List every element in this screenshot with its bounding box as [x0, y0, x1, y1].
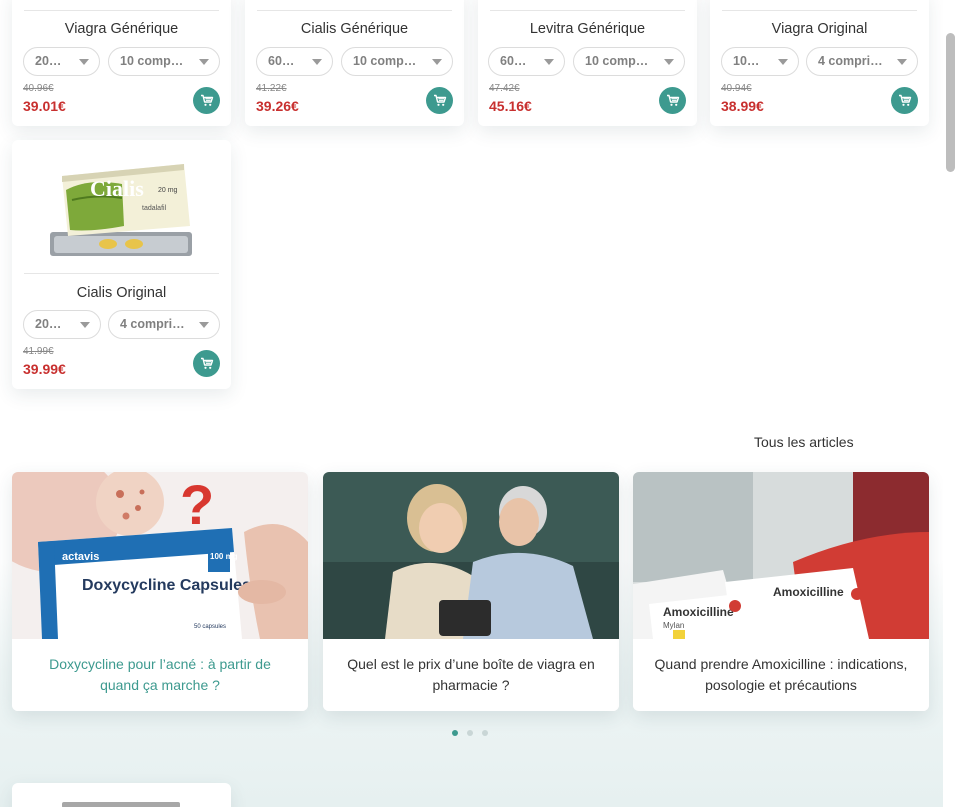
svg-text:?: ? — [180, 473, 214, 536]
caret-down-icon — [80, 322, 90, 328]
caret-down-icon — [432, 59, 442, 65]
add-to-cart-button[interactable] — [193, 87, 220, 114]
caret-down-icon — [312, 59, 322, 65]
quantity-select[interactable]: 4 comprimés — [806, 47, 918, 76]
quantity-select[interactable]: 10 comprimés — [341, 47, 453, 76]
pack-name-text: Doxycycline Capsules — [82, 577, 251, 594]
product-name[interactable]: Cialis Original — [12, 285, 231, 301]
article-title[interactable]: Doxycycline pour l’acné : à partir de qu… — [12, 639, 308, 711]
dose-text: 20 mg — [158, 187, 178, 194]
price: 45.16€ — [489, 98, 532, 114]
cart-icon — [200, 357, 213, 369]
add-to-cart-button[interactable] — [426, 87, 453, 114]
old-price: 47.42€ — [489, 83, 520, 94]
product-card-levitra-generique[interactable]: Levitra Générique 60mg 10 comprimés 47.4… — [478, 0, 697, 126]
pack-count-text: 50 capsules — [194, 624, 226, 630]
article-title[interactable]: Quand prendre Amoxicilline : indications… — [633, 639, 929, 711]
article-card-viagra-prix[interactable]: Quel est le prix d’une boîte de viagra e… — [323, 472, 619, 711]
article-title[interactable]: Quel est le prix d’une boîte de viagra e… — [323, 639, 619, 711]
price: 38.99€ — [721, 98, 764, 114]
card-divider — [24, 273, 219, 274]
product-name[interactable]: Viagra Original — [710, 21, 929, 37]
article-card-amoxicilline[interactable]: Amoxicilline Amoxicilline Mylan Quand pr… — [633, 472, 929, 711]
cialis-box-illustration: Cialis 20 mg tadalafil — [50, 164, 192, 256]
scrollbar-thumb[interactable] — [946, 33, 955, 172]
pack-brand-text: Mylan — [663, 621, 684, 630]
article-image[interactable]: ? actavis 100 mg Doxycycline Capsules 50… — [12, 472, 308, 639]
pack-dose-text: 100 mg — [210, 552, 238, 561]
old-price: 40.94€ — [721, 83, 752, 94]
product-name[interactable]: Levitra Générique — [478, 21, 697, 37]
carousel-dot[interactable] — [482, 730, 488, 736]
svg-text:Amoxicilline: Amoxicilline — [663, 605, 734, 619]
carousel-dots — [452, 730, 488, 736]
product-image[interactable]: Cialis 20 mg tadalafil — [48, 156, 194, 260]
price: 39.99€ — [23, 361, 66, 377]
cart-icon — [898, 94, 911, 106]
product-name[interactable]: Cialis Générique — [245, 21, 464, 37]
price: 39.01€ — [23, 98, 66, 114]
cart-icon — [666, 94, 679, 106]
scrollbar[interactable] — [943, 0, 958, 807]
caret-down-icon — [778, 59, 788, 65]
product-name[interactable]: Viagra Générique — [12, 21, 231, 37]
pack-name-text: Amoxicilline — [773, 585, 844, 599]
dose-select[interactable]: 100mg — [721, 47, 799, 76]
old-price: 41.22€ — [256, 83, 287, 94]
product-card-viagra-generique[interactable]: Viagra Générique 200mg 10 comprimés 40.9… — [12, 0, 231, 126]
cart-icon — [200, 94, 213, 106]
caret-down-icon — [79, 59, 89, 65]
quantity-select[interactable]: 10 comprimés — [108, 47, 220, 76]
add-to-cart-button[interactable] — [659, 87, 686, 114]
product-card-cialis-generique[interactable]: Cialis Générique 60mg 10 comprimés 41.22… — [245, 0, 464, 126]
ingredient-text: tadalafil — [142, 205, 167, 212]
page: Viagra Générique 200mg 10 comprimés 40.9… — [0, 0, 943, 807]
carousel-dot[interactable] — [452, 730, 458, 736]
add-to-cart-button[interactable] — [193, 350, 220, 377]
caret-down-icon — [199, 322, 209, 328]
quantity-select[interactable]: 10 comprimés — [573, 47, 685, 76]
product-card-viagra-original[interactable]: Viagra Original 100mg 4 comprimés 40.94€… — [710, 0, 929, 126]
add-to-cart-button[interactable] — [891, 87, 918, 114]
caret-down-icon — [897, 59, 907, 65]
dose-select[interactable]: 60mg — [256, 47, 333, 76]
carousel-dot[interactable] — [467, 730, 473, 736]
caret-down-icon — [544, 59, 554, 65]
quantity-select[interactable]: 4 comprimés — [108, 310, 220, 339]
product-card-partial[interactable] — [12, 783, 231, 807]
caret-down-icon — [199, 59, 209, 65]
article-image[interactable]: Amoxicilline Amoxicilline Mylan — [633, 472, 929, 639]
old-price: 41.99€ — [23, 346, 54, 357]
old-price: 40.96€ — [23, 83, 54, 94]
product-card-cialis-original[interactable]: Cialis 20 mg tadalafil Cialis Original 2… — [12, 140, 231, 389]
article-image[interactable] — [323, 472, 619, 639]
pack-brand-text: actavis — [62, 551, 99, 563]
dose-select[interactable]: 200mg — [23, 47, 100, 76]
cart-icon — [433, 94, 446, 106]
card-divider — [24, 10, 219, 11]
card-divider — [722, 10, 917, 11]
brand-text: Cialis — [90, 176, 144, 201]
price: 39.26€ — [256, 98, 299, 114]
all-articles-link[interactable]: Tous les articles — [754, 434, 854, 450]
card-divider — [257, 10, 452, 11]
dose-select[interactable]: 20mg — [23, 310, 101, 339]
dose-select[interactable]: 60mg — [488, 47, 565, 76]
product-image[interactable] — [62, 802, 180, 807]
card-divider — [490, 10, 685, 11]
article-card-doxycycline[interactable]: ? actavis 100 mg Doxycycline Capsules 50… — [12, 472, 308, 711]
caret-down-icon — [664, 59, 674, 65]
